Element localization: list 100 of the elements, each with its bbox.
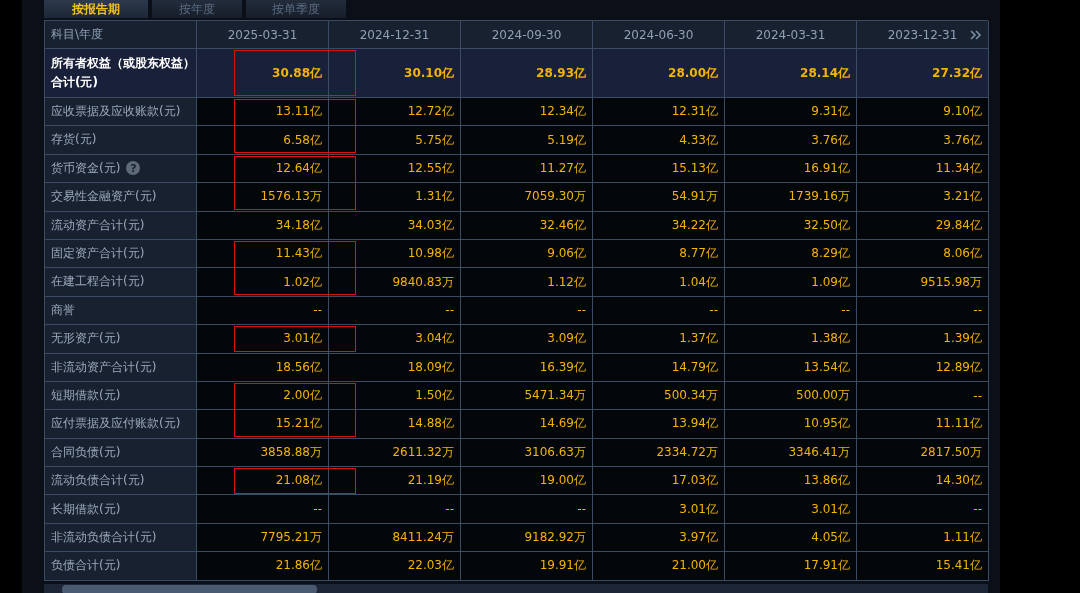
value-cell: 13.11亿 (197, 98, 329, 127)
value-cell: 34.18亿 (197, 211, 329, 240)
value-cell: -- (329, 296, 461, 326)
value-cell: 5.75亿 (329, 126, 461, 155)
value-cell: 9515.98万 (857, 268, 989, 297)
value-cell: 9840.83万 (329, 268, 461, 297)
value-cell: 1.09亿 (725, 268, 857, 297)
value-cell: 9182.92万 (461, 523, 593, 553)
next-columns-icon[interactable] (970, 30, 982, 40)
header-cell: 科目\年度 (45, 21, 197, 49)
period-tab[interactable]: 按单季度 (246, 0, 346, 18)
value-cell: 13.54亿 (725, 353, 857, 382)
value-cell: 3858.88万 (197, 438, 329, 468)
value-cell: 10.98亿 (329, 239, 461, 269)
value-cell: -- (593, 296, 725, 326)
value-cell: 1739.16万 (725, 183, 857, 212)
row-label: 交易性金融资产(元) (51, 188, 157, 206)
value-cell: 21.08亿 (197, 467, 329, 496)
row-label: 短期借款(元) (51, 387, 121, 404)
value-cell: 2611.32万 (329, 438, 461, 468)
value-cell: 12.72亿 (329, 98, 461, 127)
value-cell: 32.46亿 (461, 211, 593, 240)
row-label: 固定资产合计(元) (51, 245, 145, 263)
value-cell: 1.39亿 (857, 325, 989, 354)
row-label: 应付票据及应付账款(元) (51, 415, 181, 433)
value-cell: 1.02亿 (197, 268, 329, 297)
value-cell: 15.21亿 (197, 410, 329, 439)
value-cell: 19.00亿 (461, 467, 593, 496)
value-cell: 1.11亿 (857, 523, 989, 553)
value-cell: 5471.34万 (461, 381, 593, 411)
value-cell: 28.14亿 (725, 49, 857, 98)
value-cell: 30.88亿 (197, 49, 329, 98)
value-cell: 13.94亿 (593, 410, 725, 439)
value-cell: 28.93亿 (461, 49, 593, 98)
value-cell: 32.50亿 (725, 211, 857, 240)
row-label: 商誉 (51, 301, 75, 319)
value-cell: 500.00万 (725, 381, 857, 411)
value-cell: 11.11亿 (857, 410, 989, 439)
value-cell: 4.05亿 (725, 523, 857, 553)
value-cell: 8.77亿 (593, 239, 725, 269)
value-cell: 15.41亿 (857, 552, 989, 581)
value-cell: 13.86亿 (725, 467, 857, 496)
value-cell: 14.88亿 (329, 410, 461, 439)
value-cell: 1.31亿 (329, 183, 461, 212)
column-header: 2024-09-30 (461, 21, 593, 49)
value-cell: -- (725, 296, 857, 326)
value-cell: 1576.13万 (197, 183, 329, 212)
value-cell: 8.29亿 (725, 239, 857, 269)
value-cell: 22.03亿 (329, 552, 461, 581)
column-header: 2024-03-31 (725, 21, 857, 49)
row-label: 在建工程合计(元) (51, 273, 145, 291)
column-header: 2024-12-31 (329, 21, 461, 49)
value-cell: 14.30亿 (857, 467, 989, 496)
value-cell: 27.32亿 (857, 49, 989, 98)
value-cell: 1.04亿 (593, 268, 725, 297)
value-cell: 12.89亿 (857, 353, 989, 382)
column-header: 2025-03-31 (197, 21, 329, 49)
value-cell: 14.69亿 (461, 410, 593, 439)
value-cell: 3.09亿 (461, 325, 593, 354)
horizontal-scrollbar[interactable] (44, 583, 988, 593)
value-cell: 18.09亿 (329, 353, 461, 382)
value-cell: 3346.41万 (725, 438, 857, 468)
value-cell: 12.55亿 (329, 154, 461, 184)
row-label: 非流动资产合计(元) (51, 358, 157, 376)
value-cell: 17.91亿 (725, 552, 857, 581)
row-label: 所有者权益（或股东权益）合计(元) (51, 54, 196, 91)
value-cell: 9.06亿 (461, 239, 593, 269)
row-label: 负债合计(元) (51, 557, 121, 575)
value-cell: 28.00亿 (593, 49, 725, 98)
value-cell: 8411.24万 (329, 523, 461, 553)
period-tab[interactable]: 按年度 (152, 0, 242, 18)
value-cell: 17.03亿 (593, 467, 725, 496)
value-cell: 21.86亿 (197, 552, 329, 581)
value-cell: 54.91万 (593, 183, 725, 212)
value-cell: 2817.50万 (857, 438, 989, 468)
value-cell: 3.04亿 (329, 325, 461, 354)
value-cell: 4.33亿 (593, 126, 725, 155)
value-cell: 18.56亿 (197, 353, 329, 382)
value-cell: -- (857, 495, 989, 524)
value-cell: 29.84亿 (857, 211, 989, 240)
value-cell: 21.19亿 (329, 467, 461, 496)
value-cell: 7795.21万 (197, 523, 329, 553)
value-cell: -- (461, 296, 593, 326)
value-cell: -- (329, 495, 461, 524)
row-label: 应收票据及应收账款(元) (51, 103, 181, 121)
value-cell: 3106.63万 (461, 438, 593, 468)
value-cell: 9.10亿 (857, 98, 989, 127)
period-tab[interactable]: 按报告期 (44, 0, 148, 18)
value-cell: 6.58亿 (197, 126, 329, 155)
row-label: 长期借款(元) (51, 500, 121, 518)
value-cell: 19.91亿 (461, 552, 593, 581)
row-label: 存货(元) (51, 131, 97, 149)
value-cell: 16.91亿 (725, 154, 857, 184)
value-cell: 8.06亿 (857, 239, 989, 269)
value-cell: 1.50亿 (329, 381, 461, 411)
value-cell: 2334.72万 (593, 438, 725, 468)
value-cell: 11.27亿 (461, 154, 593, 184)
row-label: 非流动负债合计(元) (51, 528, 157, 546)
help-icon[interactable]: ? (126, 161, 141, 176)
value-cell: 12.31亿 (593, 98, 725, 127)
